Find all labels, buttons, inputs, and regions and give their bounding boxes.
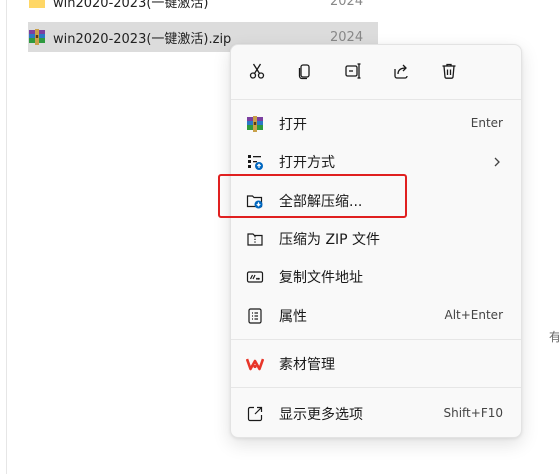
winrar-archive-icon — [28, 28, 46, 46]
file-date: 2024 — [330, 29, 364, 45]
menu-item-open[interactable]: 打开 Enter — [231, 107, 521, 141]
menu-item-properties[interactable]: 属性 Alt+Enter — [231, 299, 521, 333]
cut-icon — [248, 62, 266, 84]
rename-button[interactable] — [339, 60, 367, 86]
delete-button[interactable] — [435, 60, 463, 86]
context-menu-toolbar — [231, 45, 521, 100]
menu-item-label: 打开方式 — [279, 155, 335, 171]
copy-button[interactable] — [291, 60, 319, 86]
delete-icon — [440, 62, 458, 84]
menu-item-label: 素材管理 — [279, 357, 335, 373]
copy-icon — [296, 62, 314, 84]
context-menu: 打开 Enter 打开方式 全部解压缩... 压缩为 ZIP 文件 复制文件地址… — [230, 44, 522, 438]
more-options-icon — [246, 405, 264, 423]
properties-icon — [246, 307, 264, 325]
menu-item-shortcut: Alt+Enter — [444, 308, 503, 322]
winrar-icon — [246, 115, 264, 133]
share-icon — [392, 62, 410, 84]
wps-icon — [246, 355, 264, 373]
menu-item-label: 压缩为 ZIP 文件 — [279, 232, 381, 248]
menu-separator — [231, 387, 521, 388]
menu-item-copy-path[interactable]: 复制文件地址 — [231, 260, 521, 294]
menu-separator — [231, 339, 521, 340]
menu-item-shortcut: Enter — [470, 116, 503, 130]
open-with-icon — [246, 153, 264, 171]
menu-item-show-more-options[interactable]: 显示更多选项 Shift+F10 — [231, 397, 521, 431]
menu-item-compress-zip[interactable]: 压缩为 ZIP 文件 — [231, 222, 521, 256]
chevron-right-icon — [491, 154, 503, 170]
menu-item-shortcut: Shift+F10 — [443, 406, 503, 420]
copy-path-icon — [246, 268, 264, 286]
compress-zip-icon — [246, 230, 264, 248]
file-row-folder[interactable]: win2020-2023(一键激活) 2024 — [28, 0, 378, 16]
folder-icon — [28, 0, 46, 10]
menu-item-label: 复制文件地址 — [279, 270, 363, 286]
menu-item-label: 显示更多选项 — [279, 407, 363, 423]
preview-hint: 有预览 — [549, 330, 559, 344]
menu-item-label: 属性 — [279, 309, 307, 325]
file-date: 2024 — [330, 0, 364, 9]
menu-item-label: 打开 — [279, 117, 307, 133]
rename-icon — [344, 62, 362, 84]
highlight-annotation-box — [218, 174, 407, 218]
pane-divider — [6, 0, 7, 474]
share-button[interactable] — [387, 60, 415, 86]
menu-item-asset-manager[interactable]: 素材管理 — [231, 347, 521, 381]
file-name: win2020-2023(一键激活) — [53, 0, 209, 11]
cut-button[interactable] — [243, 60, 271, 86]
